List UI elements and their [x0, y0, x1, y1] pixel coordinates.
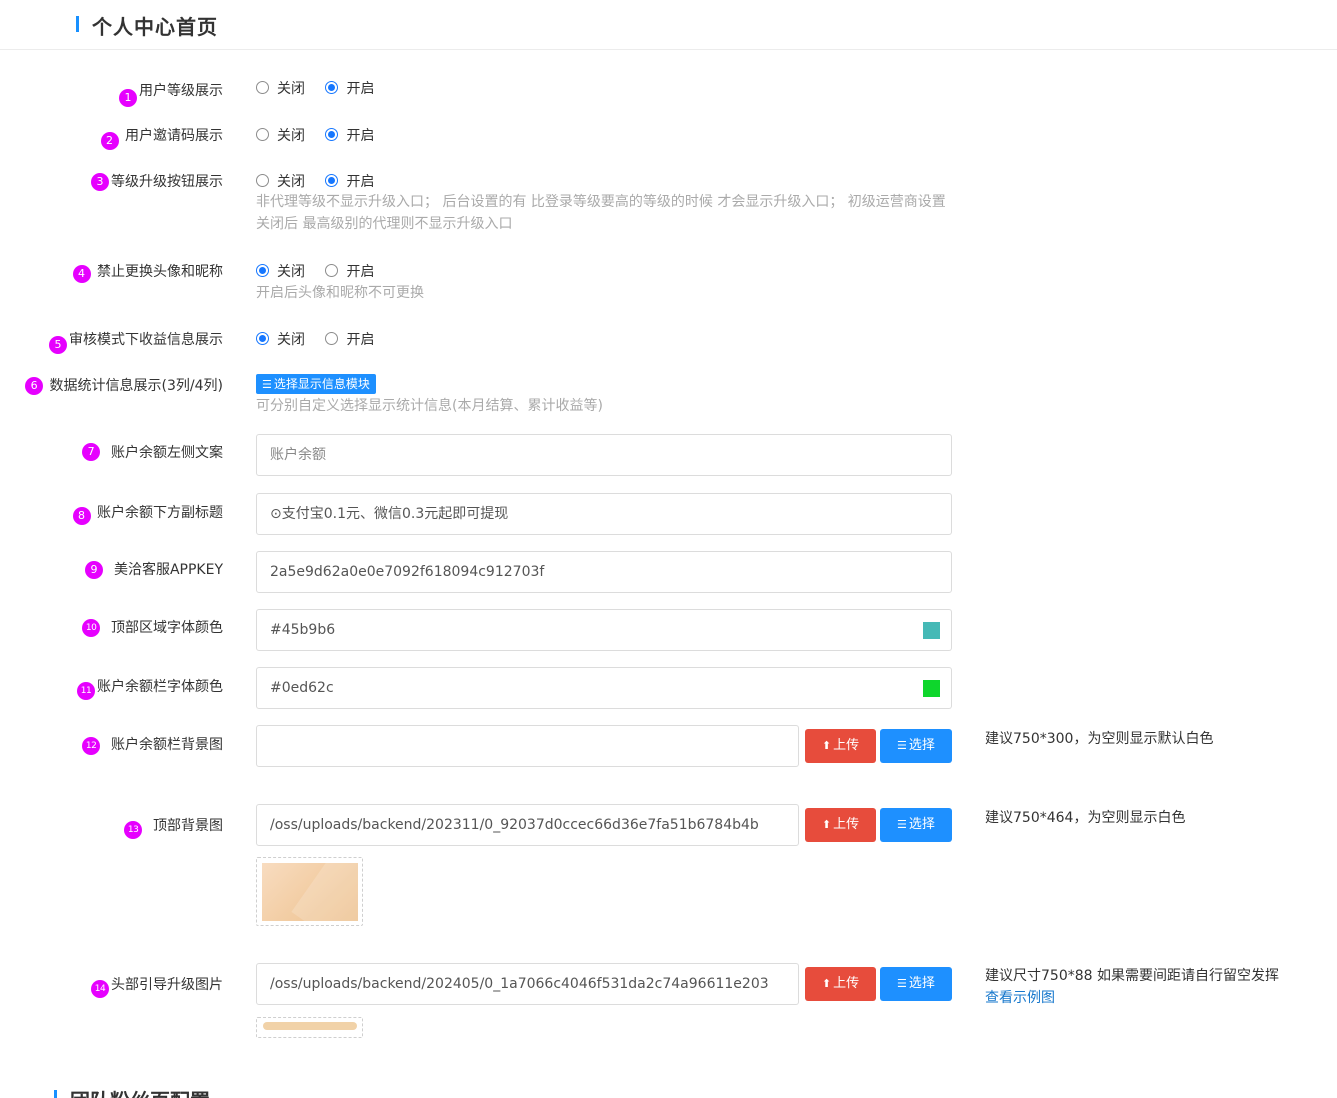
list-icon: ☰: [897, 977, 907, 990]
radio-group-review-mode: 关闭 开启: [256, 329, 390, 349]
number-badge: 5: [49, 336, 67, 354]
upload-icon: ⬆: [821, 977, 832, 990]
radio-on[interactable]: [325, 264, 339, 277]
radio-group-invite-code: 关闭 开启: [256, 125, 390, 145]
select-modules-button[interactable]: ☰ 选择显示信息模块: [256, 374, 376, 394]
list-icon: ☰: [897, 739, 907, 752]
page-title: 个人中心首页: [92, 15, 218, 39]
view-example-link[interactable]: 查看示例图: [985, 987, 1055, 1007]
field-label: 9 美洽客服APPKEY: [85, 559, 223, 579]
color-swatch: [923, 622, 940, 639]
field-label: 7 账户余额左侧文案: [82, 442, 223, 462]
balance-bg-image-input[interactable]: [256, 725, 799, 767]
radio-on[interactable]: [325, 332, 339, 345]
radio-group-level-display: 关闭 开启: [256, 78, 390, 98]
radio-group-upgrade-button: 关闭 开启: [256, 171, 390, 191]
top-font-color-input[interactable]: #45b9b6: [256, 609, 913, 651]
number-badge: 1: [119, 89, 137, 107]
size-tip: 建议750*300，为空则显示默认白色: [985, 731, 1214, 747]
radio-off[interactable]: [256, 81, 269, 94]
help-text: 可分别自定义选择显示统计信息(本月结算、累计收益等): [256, 398, 603, 414]
number-badge: 14: [91, 980, 109, 998]
number-badge: 6: [25, 377, 44, 395]
field-label: 3 等级升级按钮展示: [91, 171, 223, 191]
radio-on[interactable]: [325, 174, 339, 187]
image-preview[interactable]: [256, 857, 363, 926]
upload-icon: ⬆: [821, 818, 832, 831]
radio-off[interactable]: [256, 264, 269, 277]
field-label: 4 禁止更换头像和昵称: [72, 261, 223, 283]
radio-on[interactable]: [325, 81, 339, 94]
field-label: 1 用户等级展示: [119, 80, 223, 107]
header-upgrade-image-input[interactable]: /oss/uploads/backend/202405/0_1a7066c404…: [256, 963, 799, 1005]
field-label: 8 账户余额下方副标题: [72, 502, 223, 525]
field-label: 13 顶部背景图: [124, 815, 223, 839]
radio-off[interactable]: [256, 332, 269, 345]
number-badge: 9: [85, 561, 104, 579]
size-tip: 建议尺寸750*88 如果需要间距请自行留空发挥: [985, 968, 1279, 984]
meiqia-appkey-input[interactable]: 2a5e9d62a0e0e7092f618094c912703f: [256, 551, 952, 593]
list-icon: ☰: [897, 818, 907, 831]
section-header: 个人中心首页: [0, 0, 1337, 50]
preview-image: [262, 863, 358, 921]
help-text: 非代理等级不显示升级入口； 后台设置的有 比登录等级要高的等级的时候 才会显示升…: [256, 194, 946, 232]
field-label: 2 用户邀请码展示: [100, 125, 223, 150]
field-label: 12 账户余额栏背景图: [82, 734, 223, 755]
number-badge: 8: [72, 507, 91, 525]
radio-off[interactable]: [256, 174, 269, 187]
number-badge: 7: [82, 443, 101, 461]
color-swatch: [923, 680, 940, 697]
field-label: 11 账户余额栏字体颜色: [77, 676, 223, 700]
size-tip: 建议750*464，为空则显示白色: [985, 810, 1186, 826]
balance-font-color-input[interactable]: #0ed62c: [256, 667, 913, 709]
number-badge: 2: [100, 132, 119, 150]
upload-button[interactable]: ⬆ 上传: [805, 808, 876, 842]
section-accent-bar: [76, 16, 79, 32]
select-button[interactable]: ☰ 选择: [880, 729, 952, 763]
list-icon: ☰: [262, 378, 272, 391]
number-badge: 3: [91, 173, 109, 191]
color-picker[interactable]: [912, 667, 952, 709]
radio-off[interactable]: [256, 128, 269, 141]
image-preview[interactable]: [256, 1017, 363, 1038]
number-badge: 11: [77, 682, 95, 700]
field-label: 14 头部引导升级图片: [91, 974, 223, 998]
color-picker[interactable]: [912, 609, 952, 651]
select-button[interactable]: ☰ 选择: [880, 808, 952, 842]
field-label: 5 审核模式下收益信息展示: [49, 329, 223, 354]
section-accent-bar: [54, 1090, 57, 1098]
number-badge: 4: [72, 265, 91, 283]
number-badge: 10: [82, 619, 101, 637]
preview-image: [263, 1022, 357, 1030]
upload-button[interactable]: ⬆ 上传: [805, 967, 876, 1001]
field-label: 10 顶部区域字体颜色: [82, 617, 223, 637]
section-title: 团队粉丝页配置: [70, 1085, 210, 1098]
top-bg-image-input[interactable]: /oss/uploads/backend/202311/0_92037d0cce…: [256, 804, 799, 846]
field-label: 6 数据统计信息展示(3列/4列): [25, 375, 223, 395]
select-button[interactable]: ☰ 选择: [880, 967, 952, 1001]
number-badge: 13: [124, 821, 143, 839]
number-badge: 12: [82, 737, 101, 755]
radio-group-forbid-avatar: 关闭 开启: [256, 261, 390, 281]
help-text: 开启后头像和昵称不可更换: [256, 285, 424, 301]
upload-button[interactable]: ⬆ 上传: [805, 729, 876, 763]
balance-left-text-input[interactable]: 账户余额: [256, 434, 952, 476]
upload-icon: ⬆: [821, 739, 832, 752]
balance-subtitle-input[interactable]: ⊙支付宝0.1元、微信0.3元起即可提现: [256, 493, 952, 535]
radio-on[interactable]: [325, 128, 339, 141]
